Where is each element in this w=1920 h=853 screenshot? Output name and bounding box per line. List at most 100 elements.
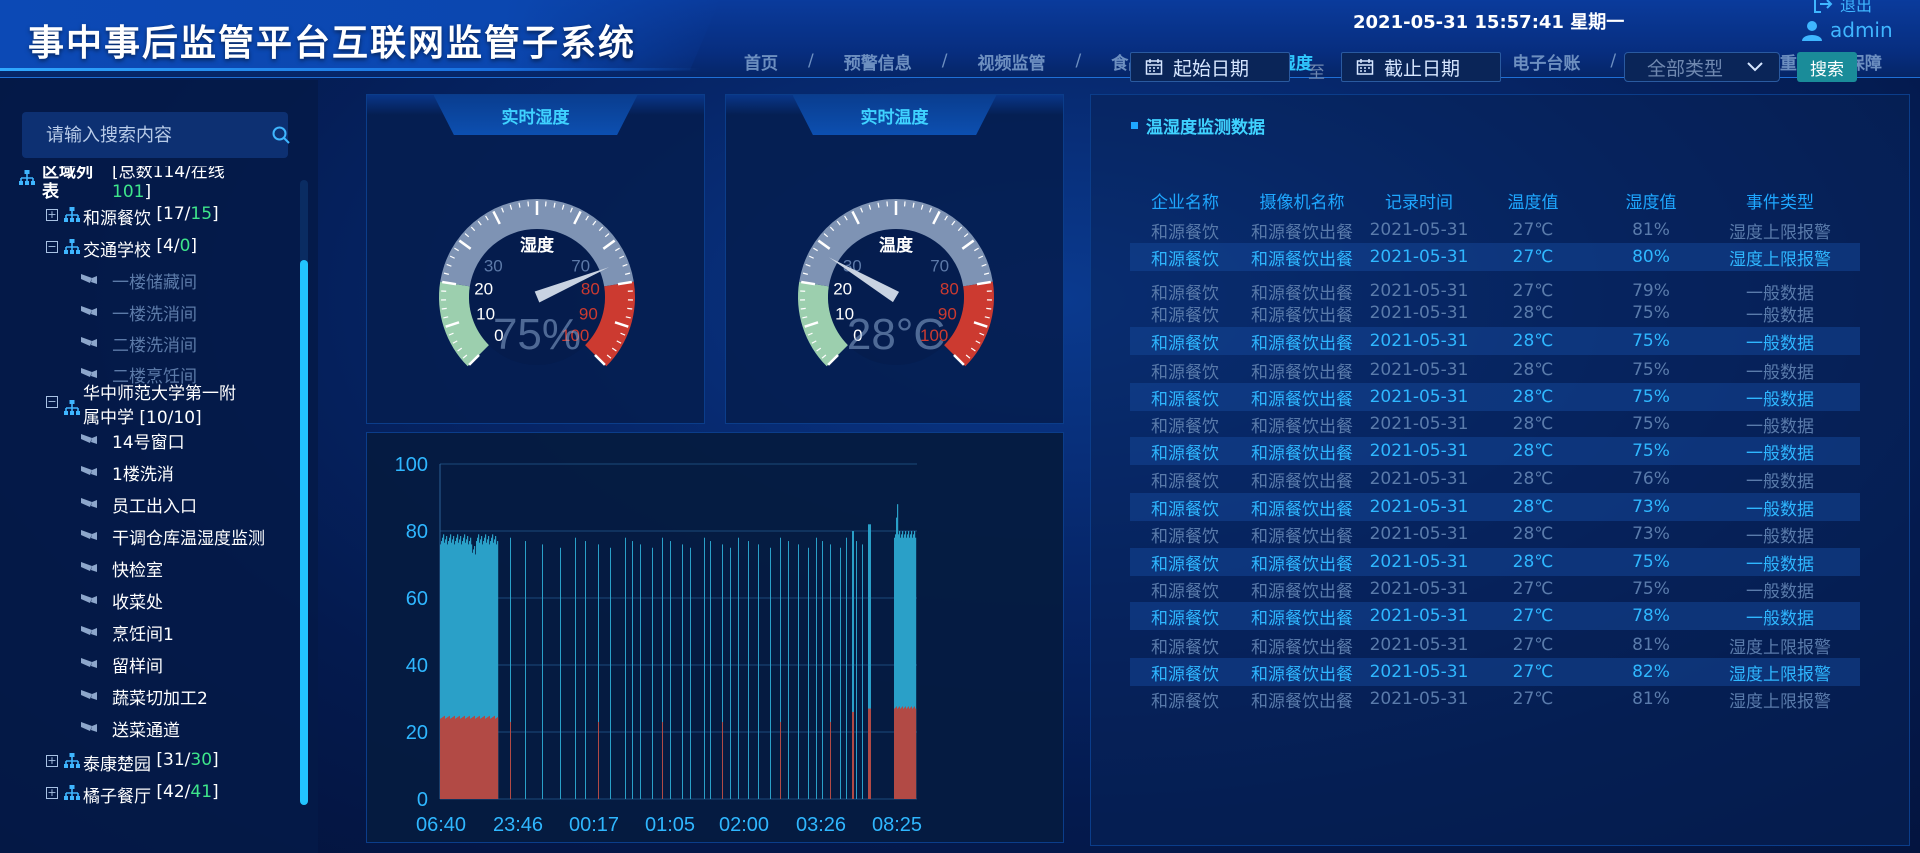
table-cell: 和源餐饮出餐 xyxy=(1251,526,1353,547)
table-cell: 和源餐饮出餐 xyxy=(1251,691,1353,712)
gauge-tick-label: 80 xyxy=(581,280,600,299)
nav-item-0[interactable]: 首页 xyxy=(740,49,782,74)
column-header: 摄像机名称 xyxy=(1259,193,1345,213)
nav-item-2[interactable]: 视频监管 xyxy=(973,49,1049,74)
gauge-minor-tick xyxy=(986,307,992,310)
camera-icon xyxy=(80,303,98,323)
table-cell: 28℃ xyxy=(1512,497,1554,517)
table-row[interactable]: 和源餐饮 和源餐饮出餐 2021-05-31 28℃ 73% 一般数据 xyxy=(1130,493,1860,521)
chart-humidity-spike xyxy=(798,544,799,799)
table-row[interactable]: 和源餐饮 和源餐饮出餐 2021-05-31 28℃ 73% 一般数据 xyxy=(1130,520,1860,548)
table-cell: 2021-05-31 xyxy=(1369,281,1469,301)
table-row[interactable]: 和源餐饮 和源餐饮出餐 2021-05-31 28℃ 75% 一般数据 xyxy=(1130,383,1860,411)
collapse-icon[interactable]: − xyxy=(46,241,58,253)
nav-item-6[interactable]: 电子台账 xyxy=(1508,49,1584,74)
chart-humidity-spike xyxy=(816,537,817,799)
tree-camera-item[interactable]: 烹饪间1 xyxy=(80,620,174,645)
table-cell: 2021-05-31 xyxy=(1369,635,1469,655)
tree-camera-item[interactable]: 蔬菜切加工2 xyxy=(80,684,208,709)
table-cell: 一般数据 xyxy=(1746,581,1814,602)
table-cell: 和源餐饮出餐 xyxy=(1251,581,1353,602)
table-row[interactable]: 和源餐饮 和源餐饮出餐 2021-05-31 27℃ 80% 湿度上限报警 xyxy=(1130,243,1860,271)
tree-group-jiaotong[interactable]: − 交通学校 [4/0] xyxy=(46,236,197,261)
table-cell: 2021-05-31 xyxy=(1369,552,1469,572)
table-row[interactable]: 和源餐饮 和源餐饮出餐 2021-05-31 28℃ 76% 一般数据 xyxy=(1130,465,1860,493)
table-cell: 28℃ xyxy=(1512,524,1554,544)
sidebar-scrollbar[interactable] xyxy=(300,180,308,805)
start-date-input[interactable]: 起始日期 xyxy=(1130,52,1290,82)
expand-icon[interactable]: + xyxy=(46,755,58,767)
tree-group-heyuan[interactable]: + 和源餐饮 [17/15] xyxy=(46,204,219,229)
table-cell: 27℃ xyxy=(1512,579,1554,599)
gauge-value: 75% xyxy=(493,310,581,359)
expand-icon[interactable]: + xyxy=(46,787,58,799)
table-cell: 和源餐饮 xyxy=(1151,526,1219,547)
table-row[interactable]: 和源餐饮 和源餐饮出餐 2021-05-31 27℃ 81% 湿度上限报警 xyxy=(1130,685,1860,713)
table-row[interactable]: 和源餐饮 和源餐饮出餐 2021-05-31 27℃ 82% 湿度上限报警 xyxy=(1130,658,1860,686)
tree-camera-item[interactable]: 送菜通道 xyxy=(80,716,180,741)
tree-camera-item[interactable]: 快检室 xyxy=(80,556,163,581)
camera-icon xyxy=(80,559,98,579)
table-row[interactable]: 和源餐饮 和源餐饮出餐 2021-05-31 28℃ 75% 一般数据 xyxy=(1130,327,1860,355)
tree-camera-item[interactable]: 一楼储藏间 xyxy=(80,268,197,293)
chart-humidity-spike xyxy=(856,541,857,799)
table-row[interactable]: 和源餐饮 和源餐饮出餐 2021-05-31 27℃ 78% 一般数据 xyxy=(1130,602,1860,630)
event-type-select[interactable]: 全部类型 xyxy=(1624,52,1780,82)
tree-camera-item[interactable]: 收菜处 xyxy=(80,588,163,613)
chart-y-tick-label: 0 xyxy=(417,789,428,811)
table-row[interactable]: 和源餐饮 和源餐饮出餐 2021-05-31 27℃ 81% 湿度上限报警 xyxy=(1130,631,1860,659)
search-box xyxy=(22,112,291,158)
table-row[interactable]: 和源餐饮 和源餐饮出餐 2021-05-31 28℃ 75% 一般数据 xyxy=(1130,299,1860,327)
title-underline xyxy=(0,68,700,71)
search-button[interactable]: 搜索 xyxy=(1797,52,1857,82)
search-input[interactable] xyxy=(22,112,271,158)
tree-group-juzi[interactable]: + 橘子餐厅 [42/41] xyxy=(46,782,219,807)
table-row[interactable]: 和源餐饮 和源餐饮出餐 2021-05-31 27℃ 75% 一般数据 xyxy=(1130,575,1860,603)
tree-camera-item[interactable]: 二楼洗消间 xyxy=(80,331,197,356)
camera-label: 收菜处 xyxy=(112,593,163,613)
collapse-icon[interactable]: − xyxy=(46,396,58,408)
nav-item-1[interactable]: 预警信息 xyxy=(840,49,916,74)
table-row[interactable]: 和源餐饮 和源餐饮出餐 2021-05-31 28℃ 75% 一般数据 xyxy=(1130,410,1860,438)
user-menu[interactable]: admin xyxy=(1800,18,1893,42)
logout-button[interactable]: 退出 xyxy=(1812,0,1872,16)
group-online: 30 xyxy=(190,750,213,770)
camera-label: 14号窗口 xyxy=(112,433,185,453)
table-row[interactable]: 和源餐饮 和源餐饮出餐 2021-05-31 27℃ 81% 湿度上限报警 xyxy=(1130,218,1860,244)
search-icon[interactable] xyxy=(271,112,291,158)
table-cell: 和源餐饮出餐 xyxy=(1251,664,1353,685)
end-date-input[interactable]: 截止日期 xyxy=(1341,52,1501,82)
tree-camera-item[interactable]: 员工出入口 xyxy=(80,492,197,517)
sidebar-scrollbar-thumb[interactable] xyxy=(300,260,308,805)
chart-humidity-spike xyxy=(585,541,586,799)
table-row[interactable]: 和源餐饮 和源餐饮出餐 2021-05-31 28℃ 75% 一般数据 xyxy=(1130,548,1860,576)
table-cell: 和源餐饮 xyxy=(1151,581,1219,602)
table-cell: 和源餐饮 xyxy=(1151,499,1219,520)
gauge-value: 28°C xyxy=(847,310,945,359)
tree-group-huazhong[interactable]: − 华中师范大学第一附 属中学 [10/10] xyxy=(46,382,236,430)
table-row[interactable]: 和源餐饮 和源餐饮出餐 2021-05-31 28℃ 75% 一般数据 xyxy=(1130,356,1860,384)
table-cell: 一般数据 xyxy=(1746,526,1814,547)
tree-camera-item[interactable]: 留样间 xyxy=(80,652,163,677)
tree-camera-item[interactable]: 1楼洗消 xyxy=(80,460,174,485)
table-cell: 73% xyxy=(1632,524,1670,544)
tree-camera-item[interactable]: 一楼洗消间 xyxy=(80,300,197,325)
gauge-tick-label: 90 xyxy=(579,305,598,324)
gauge-tick-label: 80 xyxy=(940,280,959,299)
expand-icon[interactable]: + xyxy=(46,209,58,221)
table-row[interactable]: 和源餐饮 和源餐饮出餐 2021-05-31 28℃ 75% 一般数据 xyxy=(1130,437,1860,465)
table-cell: 27℃ xyxy=(1512,606,1554,626)
table-cell: 2021-05-31 xyxy=(1369,689,1469,709)
org-icon xyxy=(63,785,81,806)
table-cell: 75% xyxy=(1632,387,1670,407)
table-cell: 27℃ xyxy=(1512,281,1554,301)
group-total: [10/ xyxy=(139,408,174,428)
tree-camera-item[interactable]: 干调仓库温湿度监测 xyxy=(80,524,265,549)
tree-camera-item[interactable]: 14号窗口 xyxy=(80,428,185,453)
camera-label: 烹饪间1 xyxy=(112,625,174,645)
chart-humidity-spike xyxy=(625,537,626,799)
chart-humidity-spike xyxy=(862,544,863,799)
table-cell: 27℃ xyxy=(1512,247,1554,267)
chart-humidity-spike xyxy=(738,537,739,799)
tree-group-taikang[interactable]: + 泰康楚园 [31/30] xyxy=(46,750,219,775)
